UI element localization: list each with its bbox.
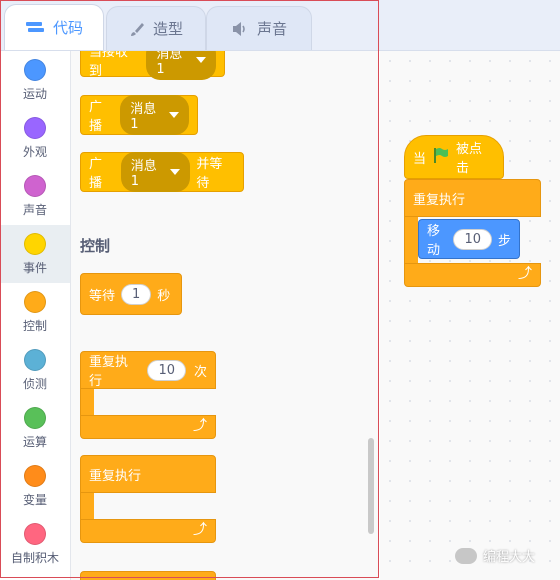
category-label: 运算 [22, 435, 47, 449]
block-text: 等待 [89, 288, 116, 304]
message-dropdown[interactable]: 消息1 [146, 51, 216, 80]
variables-dot-icon [24, 465, 46, 487]
dropdown-arrow-icon [169, 112, 179, 118]
category-control[interactable]: 控制 [0, 283, 70, 341]
block-text: 重复执行 [413, 192, 466, 208]
brush-icon [129, 21, 145, 37]
message-dropdown[interactable]: 消息1 [120, 95, 189, 135]
code-icon [25, 21, 45, 35]
tab-costume-label: 造型 [152, 20, 183, 38]
forever-block[interactable]: 重复执行 ⤴ [80, 455, 216, 545]
block-text: 当接收到 [89, 51, 129, 79]
top-tab-bar: 代码 造型 声音 [0, 0, 560, 51]
green-flag-icon [432, 146, 450, 168]
block-text: 被点击 [456, 142, 483, 176]
watermark: 编程大大 [455, 546, 535, 565]
block-text: 步 [497, 233, 511, 249]
repeat-block-header: 重复执行 10 次 [80, 351, 216, 389]
repeat-block-arm [80, 389, 94, 415]
category-events[interactable]: 事件 [0, 225, 70, 283]
block-text: 次 [193, 364, 207, 380]
category-menu: 运动 外观 声音 事件 控制 侦测 运算 变量 自制积木 [0, 51, 71, 580]
category-label: 侦测 [22, 377, 47, 391]
dropdown-value: 消息1 [130, 159, 157, 189]
tab-code-label: 代码 [52, 19, 83, 37]
forever-loop-header: 重复执行 [404, 179, 541, 217]
block-text: 并等待 [196, 157, 223, 191]
section-title-control: 控制 [80, 237, 111, 255]
dropdown-arrow-icon [170, 169, 181, 175]
category-motion[interactable]: 运动 [0, 51, 70, 109]
forever-block-footer: ⤴ [80, 519, 216, 543]
loop-arrow-icon: ⤴ [518, 266, 532, 282]
category-label: 控制 [22, 319, 47, 333]
operators-dot-icon [24, 407, 46, 429]
wait-seconds-input[interactable]: 1 [121, 283, 152, 305]
watermark-text: 编程大大 [483, 550, 536, 565]
speaker-icon [231, 21, 249, 37]
forever-loop-footer: ⤴ [404, 263, 541, 287]
forever-loop-arm [404, 217, 418, 263]
my-blocks-dot-icon [24, 523, 46, 545]
loop-arrow-icon: ⤴ [193, 418, 207, 434]
dropdown-value: 消息1 [156, 51, 183, 77]
move-steps-input[interactable]: 10 [453, 228, 492, 250]
repeat-block[interactable]: 重复执行 10 次 ⤴ [80, 351, 216, 441]
category-label: 运动 [22, 87, 47, 101]
message-dropdown[interactable]: 消息1 [120, 152, 191, 192]
move-steps-block[interactable]: 移动 10 步 [418, 219, 520, 259]
category-variables[interactable]: 变量 [0, 457, 70, 515]
category-label: 变量 [22, 493, 47, 507]
category-label: 事件 [22, 261, 47, 275]
looks-dot-icon [24, 117, 46, 139]
dropdown-value: 消息1 [130, 102, 157, 132]
sensing-dot-icon [24, 349, 46, 371]
block-text: 重复执行 [89, 355, 129, 389]
forever-block-arm [80, 493, 94, 519]
category-label: 声音 [22, 203, 47, 217]
block-text: 当 [413, 151, 427, 167]
wait-block[interactable]: 等待 1 秒 [80, 273, 182, 315]
category-looks[interactable]: 外观 [0, 109, 70, 167]
when-receive-block[interactable]: 当接收到 消息1 [80, 51, 225, 80]
tab-code[interactable]: 代码 [4, 4, 104, 50]
partial-block[interactable] [80, 571, 216, 580]
block-text: 移动 [427, 224, 441, 258]
block-text: 重复执行 [89, 468, 142, 484]
loop-arrow-icon: ⤴ [193, 522, 207, 538]
tab-costume[interactable]: 造型 [106, 6, 206, 50]
motion-dot-icon [24, 59, 46, 81]
palette-scrollbar[interactable] [368, 438, 374, 534]
wechat-icon [455, 547, 477, 564]
category-sound[interactable]: 声音 [0, 167, 70, 225]
block-text: 广播 [89, 157, 103, 191]
repeat-count-input[interactable]: 10 [147, 359, 186, 381]
category-sensing[interactable]: 侦测 [0, 341, 70, 399]
broadcast-and-wait-block[interactable]: 广播 消息1 并等待 [80, 152, 244, 192]
dropdown-arrow-icon [196, 57, 206, 63]
tab-sound[interactable]: 声音 [206, 6, 312, 50]
sound-dot-icon [24, 175, 46, 197]
category-label: 自制积木 [10, 551, 59, 565]
category-my-blocks[interactable]: 自制积木 [0, 515, 70, 573]
script-workspace[interactable]: 当 被点击 重复执行 ⤴ 移动 10 步 [380, 51, 560, 580]
repeat-block-footer: ⤴ [80, 415, 216, 439]
category-label: 外观 [22, 145, 47, 159]
category-operators[interactable]: 运算 [0, 399, 70, 457]
control-dot-icon [24, 291, 46, 313]
broadcast-block[interactable]: 广播 消息1 [80, 95, 198, 135]
block-text: 广播 [89, 100, 103, 134]
block-palette: 当接收到 消息1 广播 消息1 广播 消息1 并等待 控制 等待 1 秒 重复执… [71, 51, 379, 580]
block-text: 秒 [157, 288, 171, 304]
events-dot-icon [24, 233, 46, 255]
tab-sound-label: 声音 [256, 20, 287, 38]
when-flag-clicked-block[interactable]: 当 被点击 [404, 135, 504, 179]
forever-block-header: 重复执行 [80, 455, 216, 493]
